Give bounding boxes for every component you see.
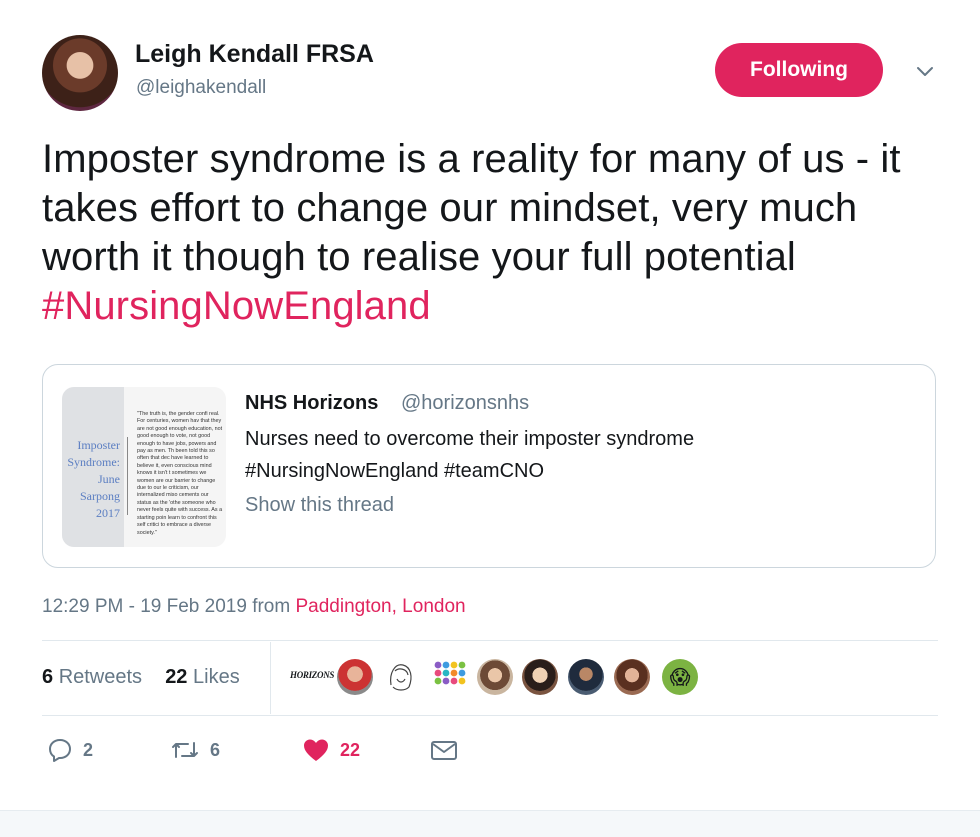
retweets-stat[interactable]: 6 Retweets xyxy=(42,666,142,688)
quoted-text-line: #NursingNowEngland #teamCNO xyxy=(245,460,545,482)
bottom-bar xyxy=(0,810,980,837)
quoted-tweet-text: Nurses need to overcome their imposter s… xyxy=(245,423,905,487)
thumbnail-title-line: Sarpong xyxy=(80,489,120,503)
stats-divider xyxy=(270,642,271,714)
liker-avatar[interactable] xyxy=(337,659,373,695)
thumbnail-title-line: Imposter xyxy=(77,438,120,452)
retweet-action[interactable]: 6 xyxy=(170,736,220,764)
tweet-meta: 12:29 PM - 19 Feb 2019 from Paddington, … xyxy=(42,596,466,618)
likes-stat[interactable]: 22 Likes xyxy=(165,666,240,688)
likes-count: 22 xyxy=(165,666,188,688)
tweet-timestamp[interactable]: 12:29 PM - 19 Feb 2019 xyxy=(42,596,247,617)
retweets-count: 6 xyxy=(42,666,54,688)
heart-icon xyxy=(304,739,328,761)
retweets-label: Retweets xyxy=(58,666,143,688)
tweet-location[interactable]: Paddington, London xyxy=(295,596,465,617)
liker-avatar[interactable] xyxy=(477,659,513,695)
divider xyxy=(42,715,938,716)
thumbnail-divider xyxy=(127,437,128,515)
thumbnail-quote-text: "The truth is, the gender confi real. Fo… xyxy=(137,411,223,536)
following-button[interactable]: Following xyxy=(715,43,883,97)
show-thread-link[interactable]: Show this thread xyxy=(245,494,394,517)
chevron-down-icon[interactable] xyxy=(914,60,936,82)
tweet-body: Imposter syndrome is a reality for many … xyxy=(42,137,901,279)
reply-count: 2 xyxy=(83,739,94,760)
hashtag-link[interactable]: #NursingNowEngland xyxy=(42,284,431,328)
liker-avatar-dots[interactable] xyxy=(432,659,466,693)
engagement-stats: 6 Retweets 22 Likes xyxy=(42,666,240,689)
liker-avatar-sketch[interactable] xyxy=(381,657,421,697)
author-handle[interactable]: @leighakendall xyxy=(136,77,266,99)
liker-avatar[interactable] xyxy=(522,659,558,695)
direct-message-action[interactable] xyxy=(430,736,458,764)
likes-label: Likes xyxy=(193,666,240,688)
liker-avatar-horizons[interactable]: HORIZONS xyxy=(290,670,334,680)
from-label: from xyxy=(246,596,296,617)
thumbnail-title-line: June xyxy=(98,472,120,486)
retweet-count: 6 xyxy=(210,739,221,760)
author-display-name[interactable]: Leigh Kendall FRSA xyxy=(135,40,374,69)
retweet-icon xyxy=(172,742,198,758)
thumbnail-title: Imposter Syndrome: June Sarpong 2017 xyxy=(62,437,120,522)
envelope-icon xyxy=(431,741,457,760)
reply-action[interactable]: 2 xyxy=(47,736,93,764)
divider xyxy=(42,640,938,641)
author-avatar[interactable] xyxy=(42,35,118,111)
reply-icon xyxy=(49,739,71,762)
thumbnail-title-line: 2017 xyxy=(96,506,120,520)
liker-avatar-emoji[interactable]: 😱 xyxy=(662,659,698,695)
tweet-text: Imposter syndrome is a reality for many … xyxy=(42,135,942,331)
liker-avatar[interactable] xyxy=(568,659,604,695)
quoted-tweet-thumbnail[interactable]: Imposter Syndrome: June Sarpong 2017 "Th… xyxy=(62,387,226,547)
quoted-author-name[interactable]: NHS Horizons xyxy=(245,392,378,415)
like-action[interactable]: 22 xyxy=(302,736,360,764)
thumbnail-title-line: Syndrome: xyxy=(67,455,120,469)
like-count: 22 xyxy=(340,739,361,760)
quoted-author-handle[interactable]: @horizonsnhs xyxy=(401,392,529,415)
quoted-text-line: Nurses need to overcome their imposter s… xyxy=(245,428,695,450)
liker-avatar[interactable] xyxy=(614,659,650,695)
